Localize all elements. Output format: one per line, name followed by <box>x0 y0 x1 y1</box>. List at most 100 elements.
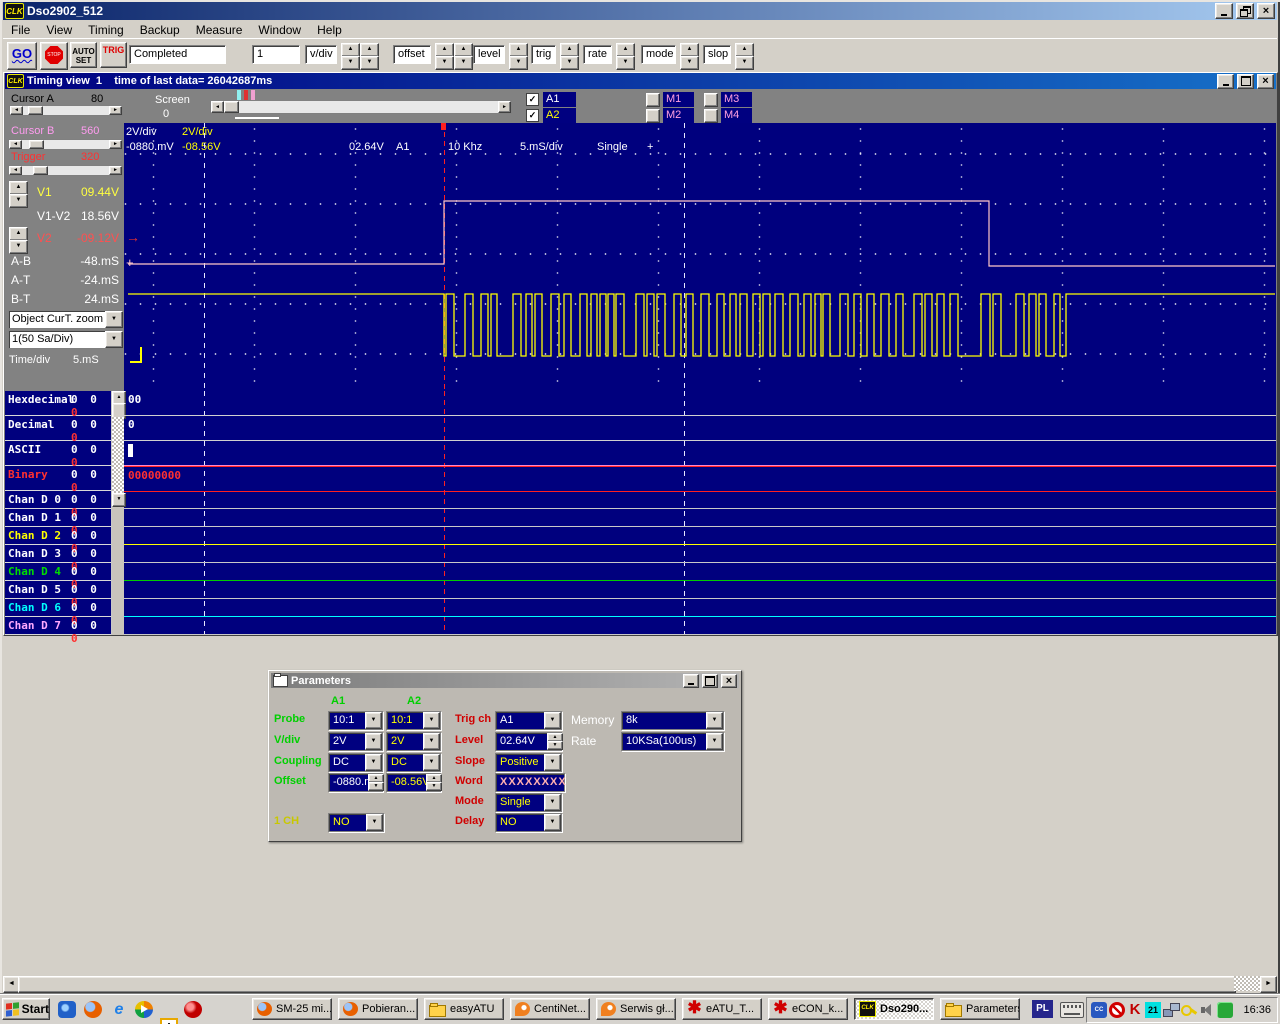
task-button-dso290[interactable]: CLKDso290... <box>854 998 934 1020</box>
timing-maximize-button[interactable] <box>1237 74 1254 89</box>
v/div-spinner[interactable]: ▲▼ <box>341 43 358 68</box>
spin-up-icon[interactable]: ▲ <box>560 43 579 57</box>
close-button[interactable]: × <box>1257 3 1275 19</box>
offset-spinner[interactable]: ▲▼ <box>368 774 382 789</box>
v1-spinner[interactable]: ▲▼ <box>9 181 26 207</box>
red-badge-icon[interactable] <box>184 1001 202 1018</box>
spin-down-icon[interactable]: ▼ <box>616 56 635 70</box>
dropdown-icon[interactable]: ▼ <box>365 754 382 771</box>
spin-down-icon[interactable]: ▼ <box>735 56 754 70</box>
trig-spinner[interactable]: ▲▼ <box>560 43 577 68</box>
firefox-icon[interactable] <box>84 1001 102 1018</box>
parameters-maximize-button[interactable] <box>702 674 718 688</box>
menu-backup[interactable]: Backup <box>132 22 188 38</box>
spin-up-icon[interactable]: ▲ <box>9 227 28 241</box>
start-button[interactable]: Start <box>2 998 50 1020</box>
cursor-object-select[interactable]: Object CurT. zoom▼ <box>8 310 124 329</box>
task-button-serwisg[interactable]: Serwis gł... <box>596 998 676 1020</box>
offset-spinner[interactable]: ▲▼ <box>435 43 452 68</box>
task-button-econk[interactable]: ✱eCON_k... <box>768 998 848 1020</box>
param-slope-select[interactable]: Positive▼ <box>495 753 562 772</box>
level-spinner[interactable]: ▲▼ <box>547 733 561 748</box>
m4-check-button[interactable] <box>704 109 718 123</box>
param-offset-a2-field[interactable]: -08.56V▲▼ <box>386 773 441 792</box>
spin-down-icon[interactable]: ▼ <box>9 240 28 254</box>
task-button-pobieran[interactable]: Pobieran... <box>338 998 418 1020</box>
menu-help[interactable]: Help <box>309 22 350 38</box>
spin-up-icon[interactable]: ▲ <box>735 43 754 57</box>
spin-up-icon[interactable]: ▲ <box>454 43 473 57</box>
offset-spinner[interactable]: ▲▼ <box>426 774 440 789</box>
slop-spinner[interactable]: ▲▼ <box>735 43 752 68</box>
param-coupling-a2-select[interactable]: DC▼ <box>386 753 441 772</box>
task-button-eatut[interactable]: ✱eATU_T... <box>682 998 762 1020</box>
spin-up-icon[interactable]: ▲ <box>341 43 360 57</box>
dropdown-icon[interactable]: ▼ <box>423 712 440 729</box>
parameters-close-button[interactable]: × <box>721 674 737 688</box>
spin-up-icon[interactable]: ▲ <box>616 43 635 57</box>
trig-button[interactable]: TRIG <box>100 42 127 68</box>
param-coupling-a1-select[interactable]: DC▼ <box>328 753 383 772</box>
spin-down-icon[interactable]: ▼ <box>509 56 528 70</box>
dropdown-icon[interactable]: ▼ <box>423 733 440 750</box>
cursor-a-slider[interactable]: ◄► <box>9 105 123 116</box>
app-blue-icon[interactable] <box>58 1001 76 1018</box>
samples-per-div-select[interactable]: 1(50 Sa/Div)▼ <box>8 330 124 349</box>
a2-visible-checkbox[interactable]: ✓ <box>526 109 539 122</box>
param-probe-a2-select[interactable]: 10:1▼ <box>386 711 441 730</box>
param-v/div-a1-select[interactable]: 2V▼ <box>328 732 383 751</box>
kaspersky-icon[interactable]: K <box>1127 1002 1143 1018</box>
parameters-minimize-button[interactable] <box>683 674 699 688</box>
spin-down-icon[interactable]: ▼ <box>435 56 454 70</box>
spin-down-icon[interactable]: ▼ <box>9 194 28 208</box>
scheduler-icon[interactable] <box>160 1018 178 1024</box>
cursor-b-slider[interactable]: ◄► <box>8 139 123 150</box>
spin-down-icon[interactable]: ▼ <box>454 56 473 70</box>
printer-blocked-icon[interactable] <box>1109 1002 1125 1018</box>
one-ch-select[interactable]: NO▼ <box>328 813 384 832</box>
spin-down-icon[interactable]: ▼ <box>560 56 579 70</box>
param-delay-select[interactable]: NO▼ <box>495 813 562 832</box>
a1-visible-checkbox[interactable]: ✓ <box>526 93 539 106</box>
channel-field[interactable]: 1 <box>252 45 300 64</box>
timing-minimize-button[interactable] <box>1217 74 1234 89</box>
restore-button[interactable] <box>1236 3 1254 19</box>
spin-down-icon[interactable]: ▼ <box>680 56 699 70</box>
task-button-centinet[interactable]: CentiNet... <box>510 998 590 1020</box>
param-mode-select[interactable]: Single▼ <box>495 793 562 812</box>
menu-measure[interactable]: Measure <box>188 22 251 38</box>
param-level-field[interactable]: 02.64V▲▼ <box>495 732 562 751</box>
rate-select[interactable]: 10KSa(100us)▼ <box>621 732 724 751</box>
rate-spinner[interactable]: ▲▼ <box>616 43 633 68</box>
mode-spinner[interactable]: ▲▼ <box>680 43 697 68</box>
scope-display[interactable]: 2V/div 2V/div -0880.mV -08.56V 02.64V A1… <box>124 123 1276 391</box>
task-button-easyatu[interactable]: easyATU <box>424 998 504 1020</box>
param-probe-a1-select[interactable]: 10:1▼ <box>328 711 383 730</box>
offset-spinner[interactable]: ▲▼ <box>454 43 471 68</box>
key-icon[interactable] <box>1181 1002 1197 1018</box>
screen-slider[interactable]: ◄► <box>210 100 512 114</box>
autoset-button[interactable]: AUTOSET <box>70 42 97 68</box>
m3-check-button[interactable] <box>704 93 718 107</box>
spin-up-icon[interactable]: ▲ <box>9 181 28 195</box>
param-word-field[interactable]: XXXXXXXX <box>495 773 565 792</box>
param-trig-ch-select[interactable]: A1▼ <box>495 711 562 730</box>
speaker-icon[interactable] <box>1199 1002 1215 1018</box>
m1-check-button[interactable] <box>646 93 660 107</box>
dropdown-icon[interactable]: ▼ <box>544 754 561 771</box>
spin-up-icon[interactable]: ▲ <box>509 43 528 57</box>
spin-up-icon[interactable]: ▲ <box>680 43 699 57</box>
timing-view-title-bar[interactable]: CLK Timing view 1 time of last data= 260… <box>5 73 1276 89</box>
dropdown-icon[interactable]: ▼ <box>544 712 561 729</box>
network-icon[interactable] <box>1163 1002 1179 1018</box>
stop-button[interactable]: STOP <box>40 42 68 70</box>
acquisition-status-field[interactable]: Completed <box>129 45 226 64</box>
title-bar[interactable]: CLK Dso2902_512 × <box>3 2 1277 20</box>
trigger-slider[interactable]: ◄► <box>8 165 123 176</box>
mdi-horizontal-scrollbar[interactable]: ◄ ► <box>3 976 1277 991</box>
keyboard-icon[interactable] <box>1060 1002 1084 1018</box>
minimize-button[interactable] <box>1215 3 1233 19</box>
spin-down-icon[interactable]: ▼ <box>360 56 379 70</box>
ie-icon[interactable]: e <box>110 1001 128 1018</box>
scrollbar-thumb[interactable] <box>18 976 1236 993</box>
